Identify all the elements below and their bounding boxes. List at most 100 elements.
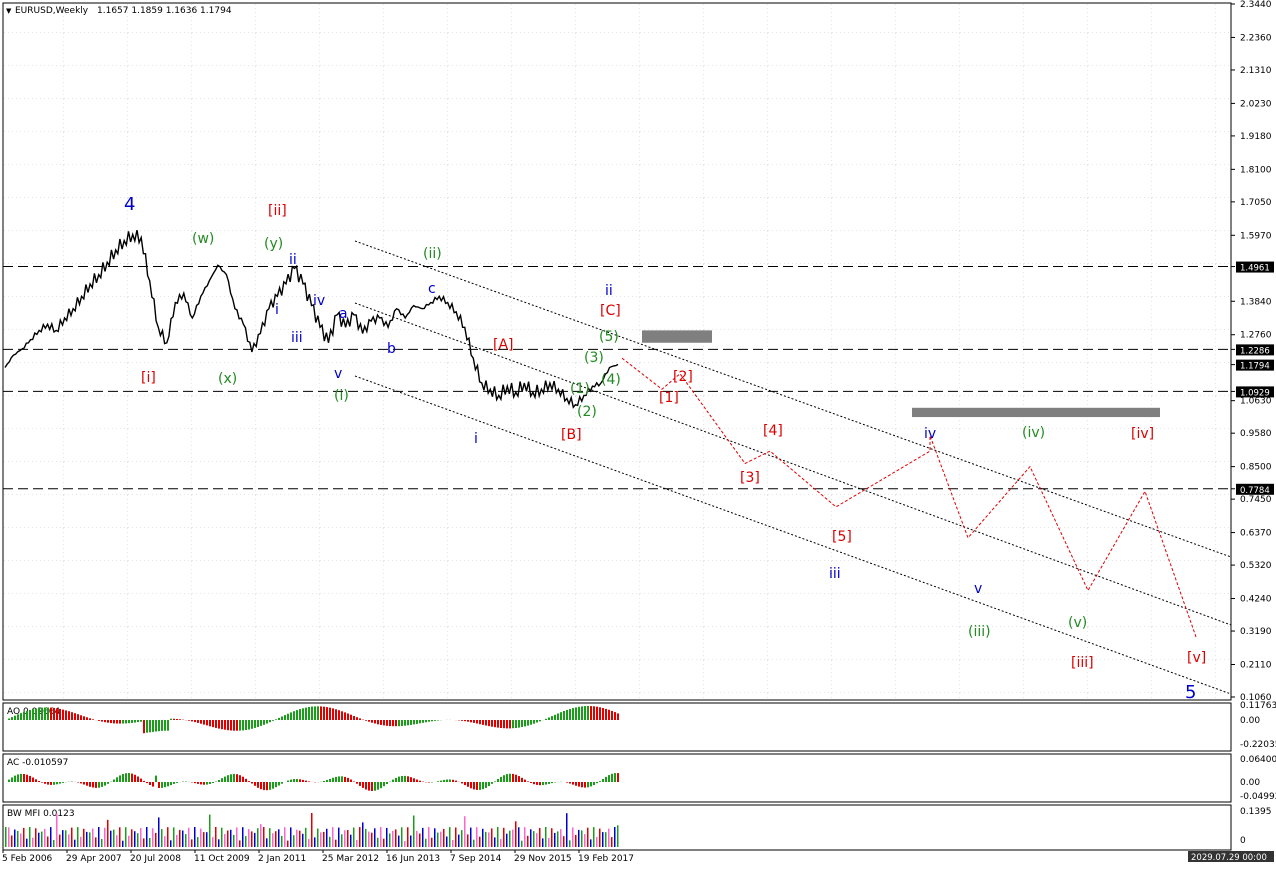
ac-bar <box>167 782 169 786</box>
ac-bar <box>17 774 19 782</box>
ac-bar <box>86 782 88 786</box>
mfi-bar <box>452 840 454 847</box>
mfi-bar <box>293 835 295 847</box>
ao-bar <box>617 713 619 720</box>
price-tick-label: 0.3190 <box>1240 627 1272 637</box>
ac-bar <box>131 774 133 782</box>
mfi-bar <box>53 840 55 847</box>
ac-bar <box>512 774 514 782</box>
ac-bar <box>254 782 256 786</box>
ao-bar <box>152 720 154 732</box>
chart-canvas[interactable]: ▼ EURUSD,Weekly 1.1657 1.1859 1.1636 1.1… <box>0 0 1276 868</box>
ao-bar <box>206 720 208 725</box>
ao-bar <box>518 720 520 728</box>
ac-bar <box>608 775 610 782</box>
ac-bar <box>164 782 166 787</box>
mfi-bar <box>98 827 100 847</box>
wave-label: c <box>428 281 436 297</box>
ac-bar <box>491 782 493 784</box>
ao-bar <box>227 720 229 730</box>
ao-bar <box>497 720 499 728</box>
wave-label: [A] <box>493 337 514 353</box>
ao-bar <box>284 715 286 720</box>
mfi-bar <box>497 827 499 847</box>
menu-arrow-icon[interactable]: ▼ <box>6 7 12 15</box>
ac-bar <box>296 779 298 782</box>
ao-bar <box>77 714 79 720</box>
ac-bar <box>245 779 247 782</box>
mfi-bar <box>47 837 49 848</box>
ao-bar <box>308 707 310 720</box>
mfi-title: BW MFI 0.0123 <box>7 809 75 819</box>
mfi-bar <box>101 839 103 847</box>
ao-bar <box>218 720 220 729</box>
mfi-bar <box>545 827 547 847</box>
ac-bar <box>248 781 250 782</box>
ao-bar <box>170 719 172 720</box>
ao-bar <box>485 720 487 726</box>
ao-bar <box>272 720 274 721</box>
ao-bar <box>602 708 604 720</box>
time-tick-label: 29 Apr 2007 <box>66 854 122 864</box>
ao-bar <box>359 718 361 720</box>
price-tick-label: 2.2360 <box>1240 33 1272 43</box>
ac-bar <box>419 781 421 782</box>
ac-bar <box>596 782 598 783</box>
ac-bar <box>128 773 130 782</box>
wave-label: i <box>275 302 279 318</box>
mfi-bar <box>374 828 376 847</box>
wave-label: [5] <box>832 529 852 545</box>
mfi-bar <box>362 822 364 847</box>
mfi-bar <box>242 827 244 847</box>
ac-bar <box>95 782 97 788</box>
mfi-bar <box>428 827 430 847</box>
mfi-bar <box>572 827 574 847</box>
ao-bar <box>557 714 559 721</box>
mfi-bar <box>602 832 604 847</box>
oscillator-axes: 0.117630.00-0.220350.0640040.00-0.049920… <box>1240 701 1276 846</box>
mfi-bar <box>455 828 457 848</box>
ao-bar <box>383 720 385 725</box>
ao-bar <box>320 706 322 720</box>
ao-bar <box>47 708 49 721</box>
mfi-bar <box>338 828 340 847</box>
mfi-bar <box>68 834 70 847</box>
ac-bar <box>347 778 349 782</box>
ao-bar <box>341 711 343 720</box>
wave-label: v <box>974 581 982 597</box>
ao-bar <box>251 720 253 729</box>
ac-bar <box>380 782 382 788</box>
ac-bar <box>281 782 283 784</box>
mfi-bar <box>116 835 118 847</box>
ao-bar <box>335 709 337 720</box>
ac-bar <box>587 782 589 787</box>
ac-bar <box>107 782 109 784</box>
ao-bar <box>350 715 352 720</box>
ao-bar <box>398 720 400 726</box>
mfi-bar <box>32 838 34 847</box>
ac-bar <box>605 777 607 782</box>
wave-label: [ii] <box>268 203 287 219</box>
ao-bar <box>260 720 262 726</box>
ao-bar <box>269 720 271 722</box>
ao-bar <box>608 710 610 720</box>
ao-bar <box>419 720 421 723</box>
mfi-bar <box>194 827 196 847</box>
ao-bar <box>293 711 295 720</box>
ao-bar <box>332 708 334 720</box>
price-tick-label: 1.9180 <box>1240 132 1272 142</box>
mfi-bar <box>230 830 232 847</box>
ac-bar <box>449 780 451 783</box>
mfi-bar <box>110 831 112 847</box>
mfi-bar <box>578 830 580 847</box>
ac-bar <box>203 782 205 785</box>
ac-bar <box>446 780 448 783</box>
mfi-bar <box>128 836 130 847</box>
mfi-bar <box>251 831 253 847</box>
ac-bar <box>260 782 262 789</box>
mfi-bar <box>356 840 358 847</box>
wave-label: iv <box>313 293 325 309</box>
ac-bar <box>44 782 46 784</box>
ac-bar <box>548 782 550 784</box>
wave-label: iii <box>291 330 303 346</box>
